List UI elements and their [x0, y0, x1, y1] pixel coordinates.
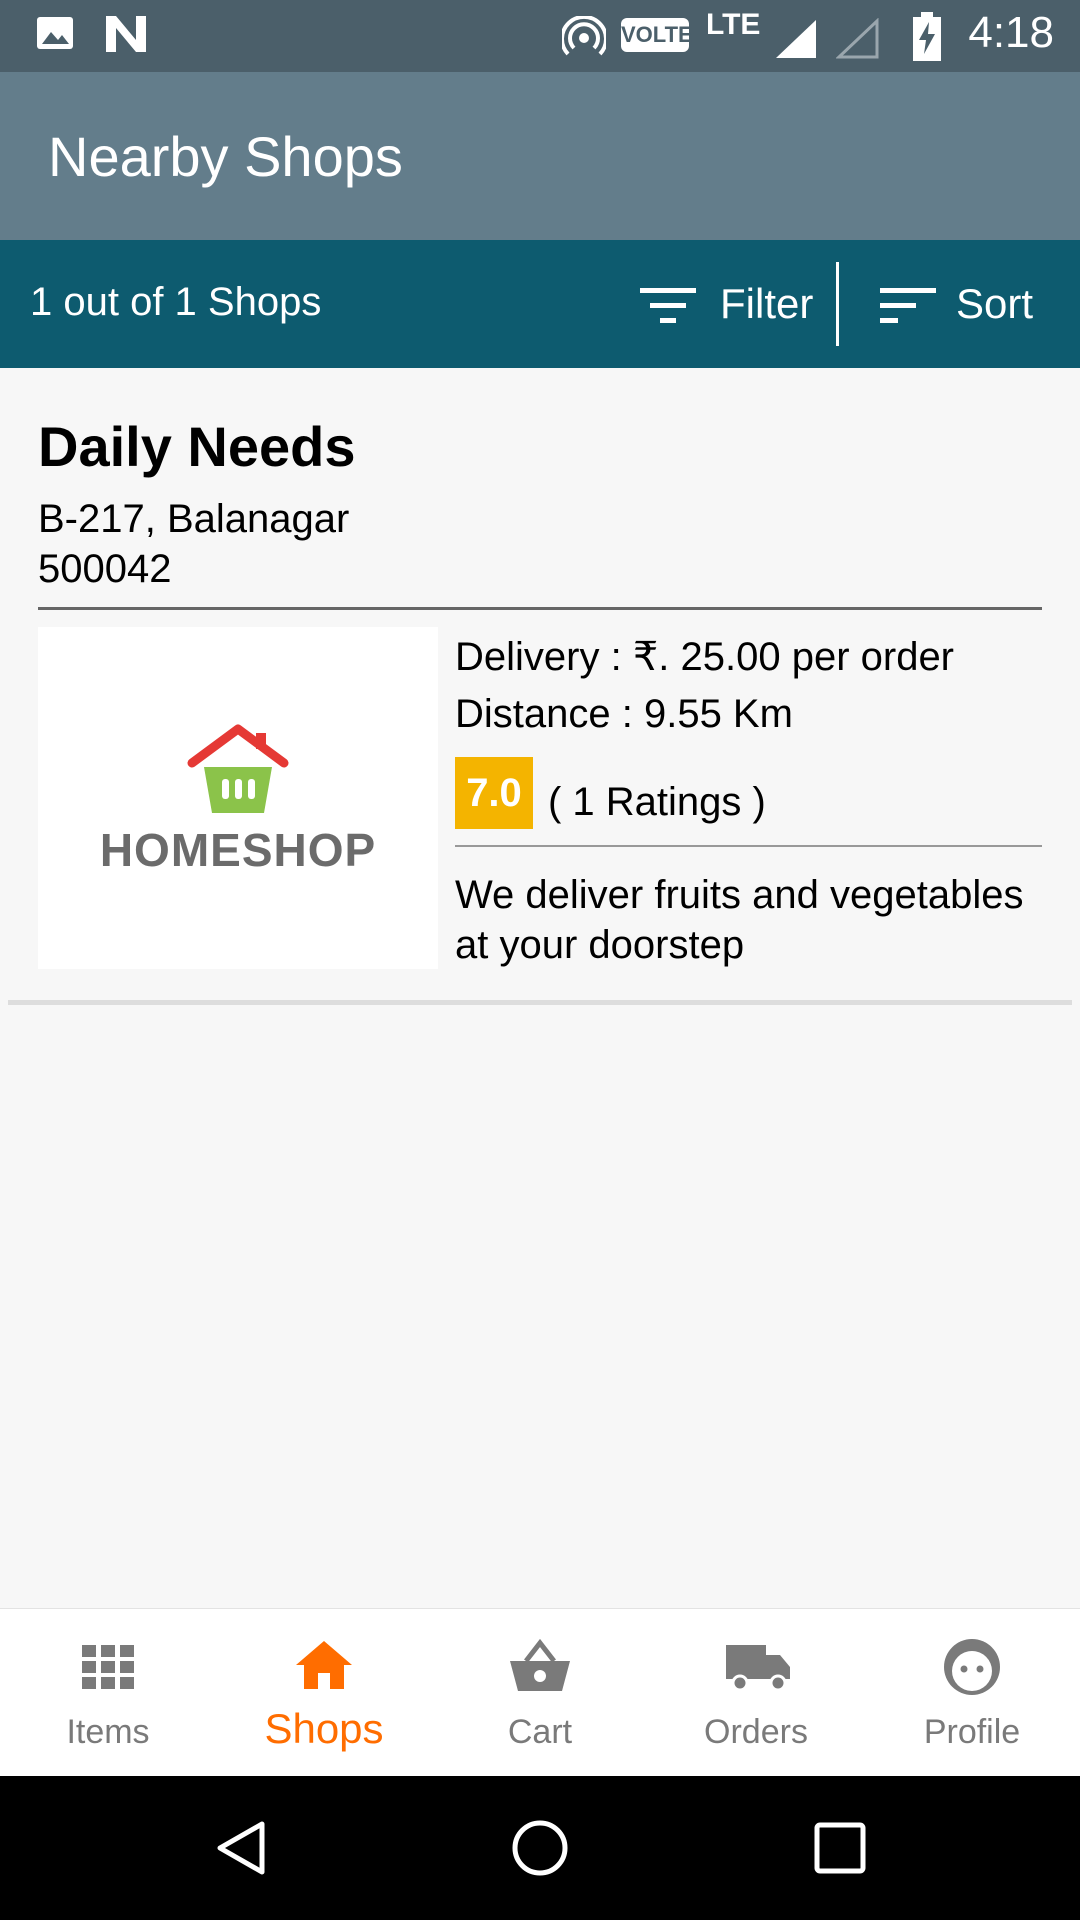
nav-items[interactable]: Items [0, 1609, 216, 1777]
sort-icon [880, 288, 936, 323]
home-icon[interactable] [510, 1818, 570, 1878]
shop-address-pincode: 500042 [38, 547, 172, 591]
hotspot-icon [562, 16, 606, 56]
store-icon [296, 1641, 352, 1689]
divider [455, 845, 1042, 847]
sort-button[interactable]: Sort [870, 240, 1070, 368]
nav-cart[interactable]: Cart [432, 1609, 648, 1777]
shop-description: We deliver fruits and vegetables at your… [455, 873, 1024, 967]
face-icon [944, 1639, 1000, 1695]
nav-profile-label: Profile [923, 1713, 1021, 1751]
toolbar-divider [836, 262, 839, 346]
shop-address: B-217, Balanagar 500042 [38, 494, 349, 594]
signal-empty-icon [836, 18, 879, 59]
rating-badge: 7.0 [455, 757, 533, 829]
shop-logo: HOMESHOP [38, 627, 438, 969]
bottom-navigation: Items Shops Cart Orders Profile [0, 1608, 1080, 1777]
app-bar: Nearby Shops [0, 72, 1080, 240]
distance: Distance : 9.55 Km [455, 692, 793, 736]
results-toolbar: 1 out of 1 Shops Filter Sort [0, 240, 1080, 368]
clock: 4:18 [968, 8, 1054, 57]
network-type: LTE [706, 8, 761, 41]
system-navigation-bar [0, 1776, 1080, 1920]
grid-icon [82, 1645, 134, 1689]
status-bar: VOLTE LTE 4:18 [0, 0, 1080, 72]
house-basket-icon [187, 724, 289, 813]
card-bottom-divider [8, 1000, 1072, 1005]
nav-shops[interactable]: Shops [216, 1609, 432, 1777]
filter-icon [640, 288, 696, 323]
filter-button[interactable]: Filter [630, 240, 830, 368]
basket-icon [510, 1638, 570, 1691]
nav-profile[interactable]: Profile [864, 1609, 1080, 1777]
sort-label: Sort [956, 280, 1034, 327]
shop-name: Daily Needs [38, 415, 356, 478]
image-icon [37, 17, 73, 49]
ratings-count: ( 1 Ratings ) [548, 780, 766, 824]
signal-icon [776, 20, 816, 58]
recents-icon[interactable] [810, 1818, 870, 1878]
n-icon [106, 16, 146, 52]
page-title: Nearby Shops [48, 125, 403, 188]
divider [38, 607, 1042, 610]
nav-orders-label: Orders [704, 1713, 808, 1751]
battery-charging-icon [913, 12, 941, 61]
nav-orders[interactable]: Orders [648, 1609, 864, 1777]
nav-items-label: Items [66, 1713, 150, 1751]
truck-icon [726, 1645, 790, 1692]
results-count: 1 out of 1 Shops [30, 280, 322, 324]
filter-label: Filter [720, 280, 814, 327]
back-icon[interactable] [212, 1818, 272, 1878]
shop-address-line1: B-217, Balanagar [38, 497, 350, 541]
nav-shops-label: Shops [264, 1705, 384, 1752]
nav-cart-label: Cart [507, 1713, 573, 1751]
logo-wordmark: HOMESHOP [99, 824, 377, 876]
volte-badge: VOLTE [621, 18, 693, 52]
delivery-fee: Delivery : ₹. 25.00 per order [455, 635, 955, 679]
